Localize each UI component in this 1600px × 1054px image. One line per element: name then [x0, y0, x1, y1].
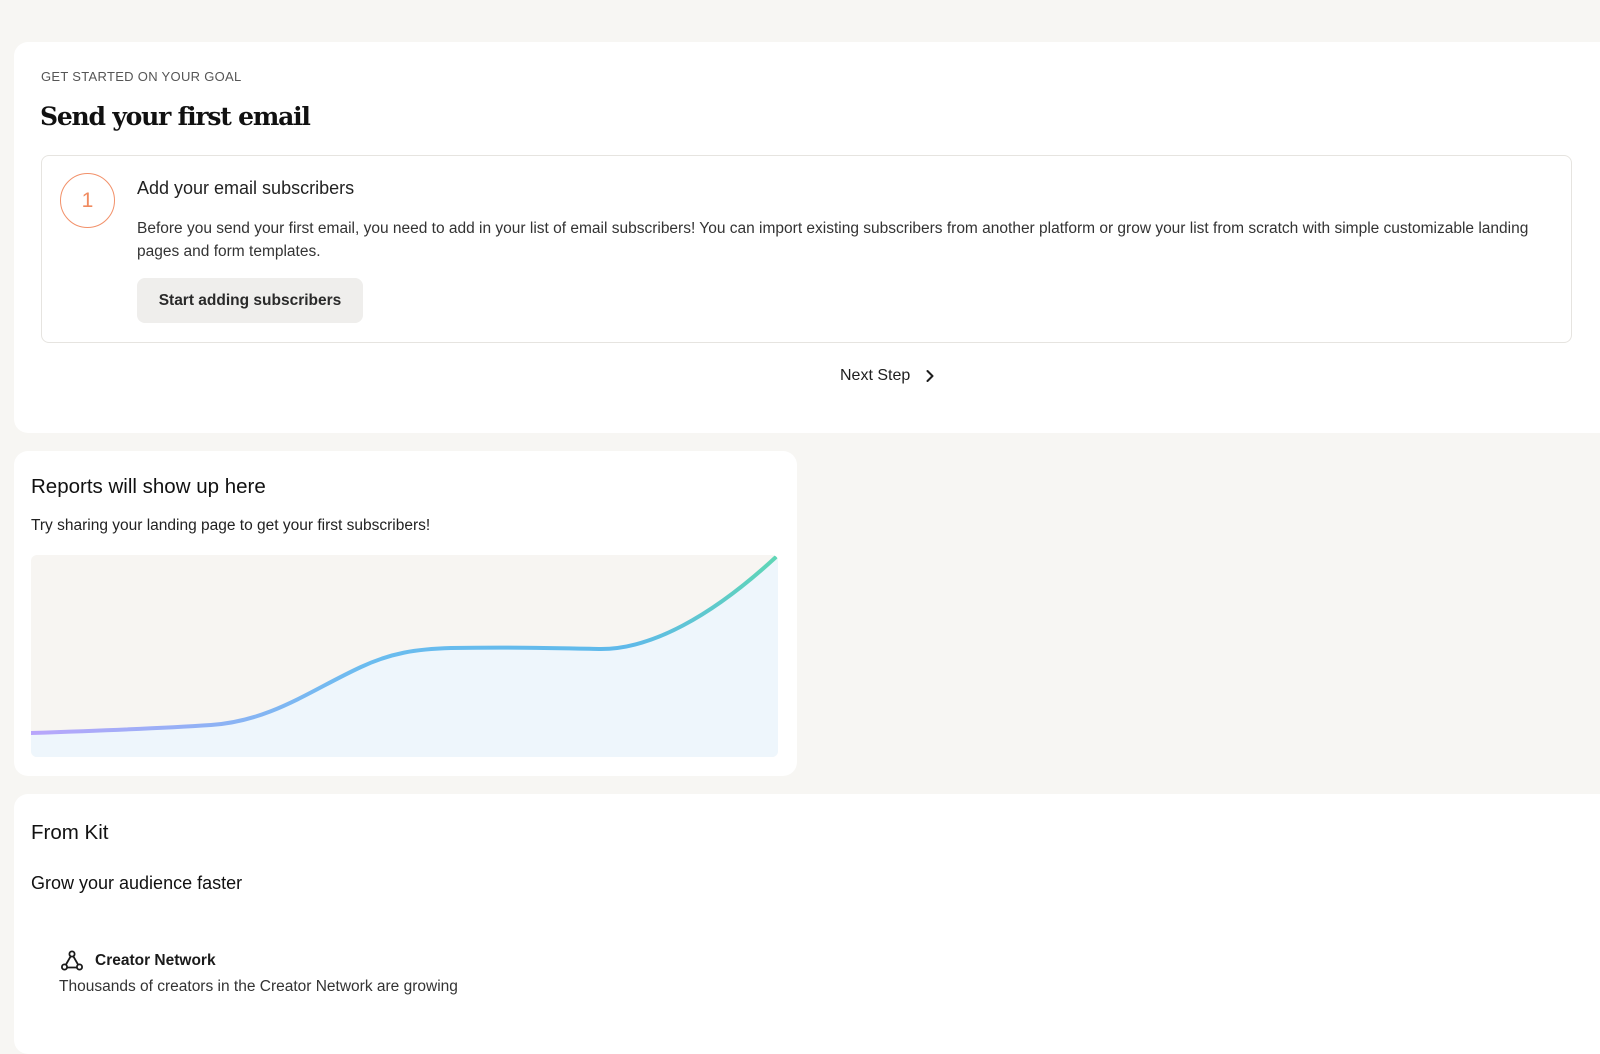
- creator-network-label: Creator Network: [95, 952, 216, 969]
- step-number-badge: 1: [60, 173, 115, 228]
- goal-eyebrow: GET STARTED ON YOUR GOAL: [41, 69, 242, 84]
- chevron-right-icon: [926, 370, 934, 382]
- kit-title: From Kit: [31, 821, 109, 844]
- growth-illustration: [31, 555, 778, 757]
- step-title: Add your email subscribers: [137, 178, 355, 198]
- next-step-button[interactable]: Next Step: [840, 364, 936, 388]
- step-description: Before you send your first email, you ne…: [137, 220, 1529, 260]
- placeholder-growth-chart: [31, 555, 778, 757]
- reports-subtitle: Try sharing your landing page to get you…: [31, 517, 431, 534]
- next-step-label: Next Step: [840, 367, 911, 384]
- goal-card: GET STARTED ON YOUR GOAL Send your first…: [14, 42, 1600, 433]
- step-card: 1 Add your email subscribers Before you …: [41, 155, 1572, 343]
- goal-title: Send your first email: [40, 102, 311, 131]
- reports-title: Reports will show up here: [31, 475, 266, 498]
- creator-network-feature[interactable]: Creator Network: [60, 949, 216, 973]
- creator-network-description: Thousands of creators in the Creator Net…: [59, 978, 458, 995]
- kit-subtitle: Grow your audience faster: [31, 873, 243, 893]
- start-adding-subscribers-button[interactable]: Start adding subscribers: [137, 278, 363, 323]
- reports-card: Reports will show up here Try sharing yo…: [14, 451, 797, 776]
- from-kit-card: From Kit Grow your audience faster Creat…: [14, 794, 1600, 1054]
- network-icon: [61, 950, 83, 971]
